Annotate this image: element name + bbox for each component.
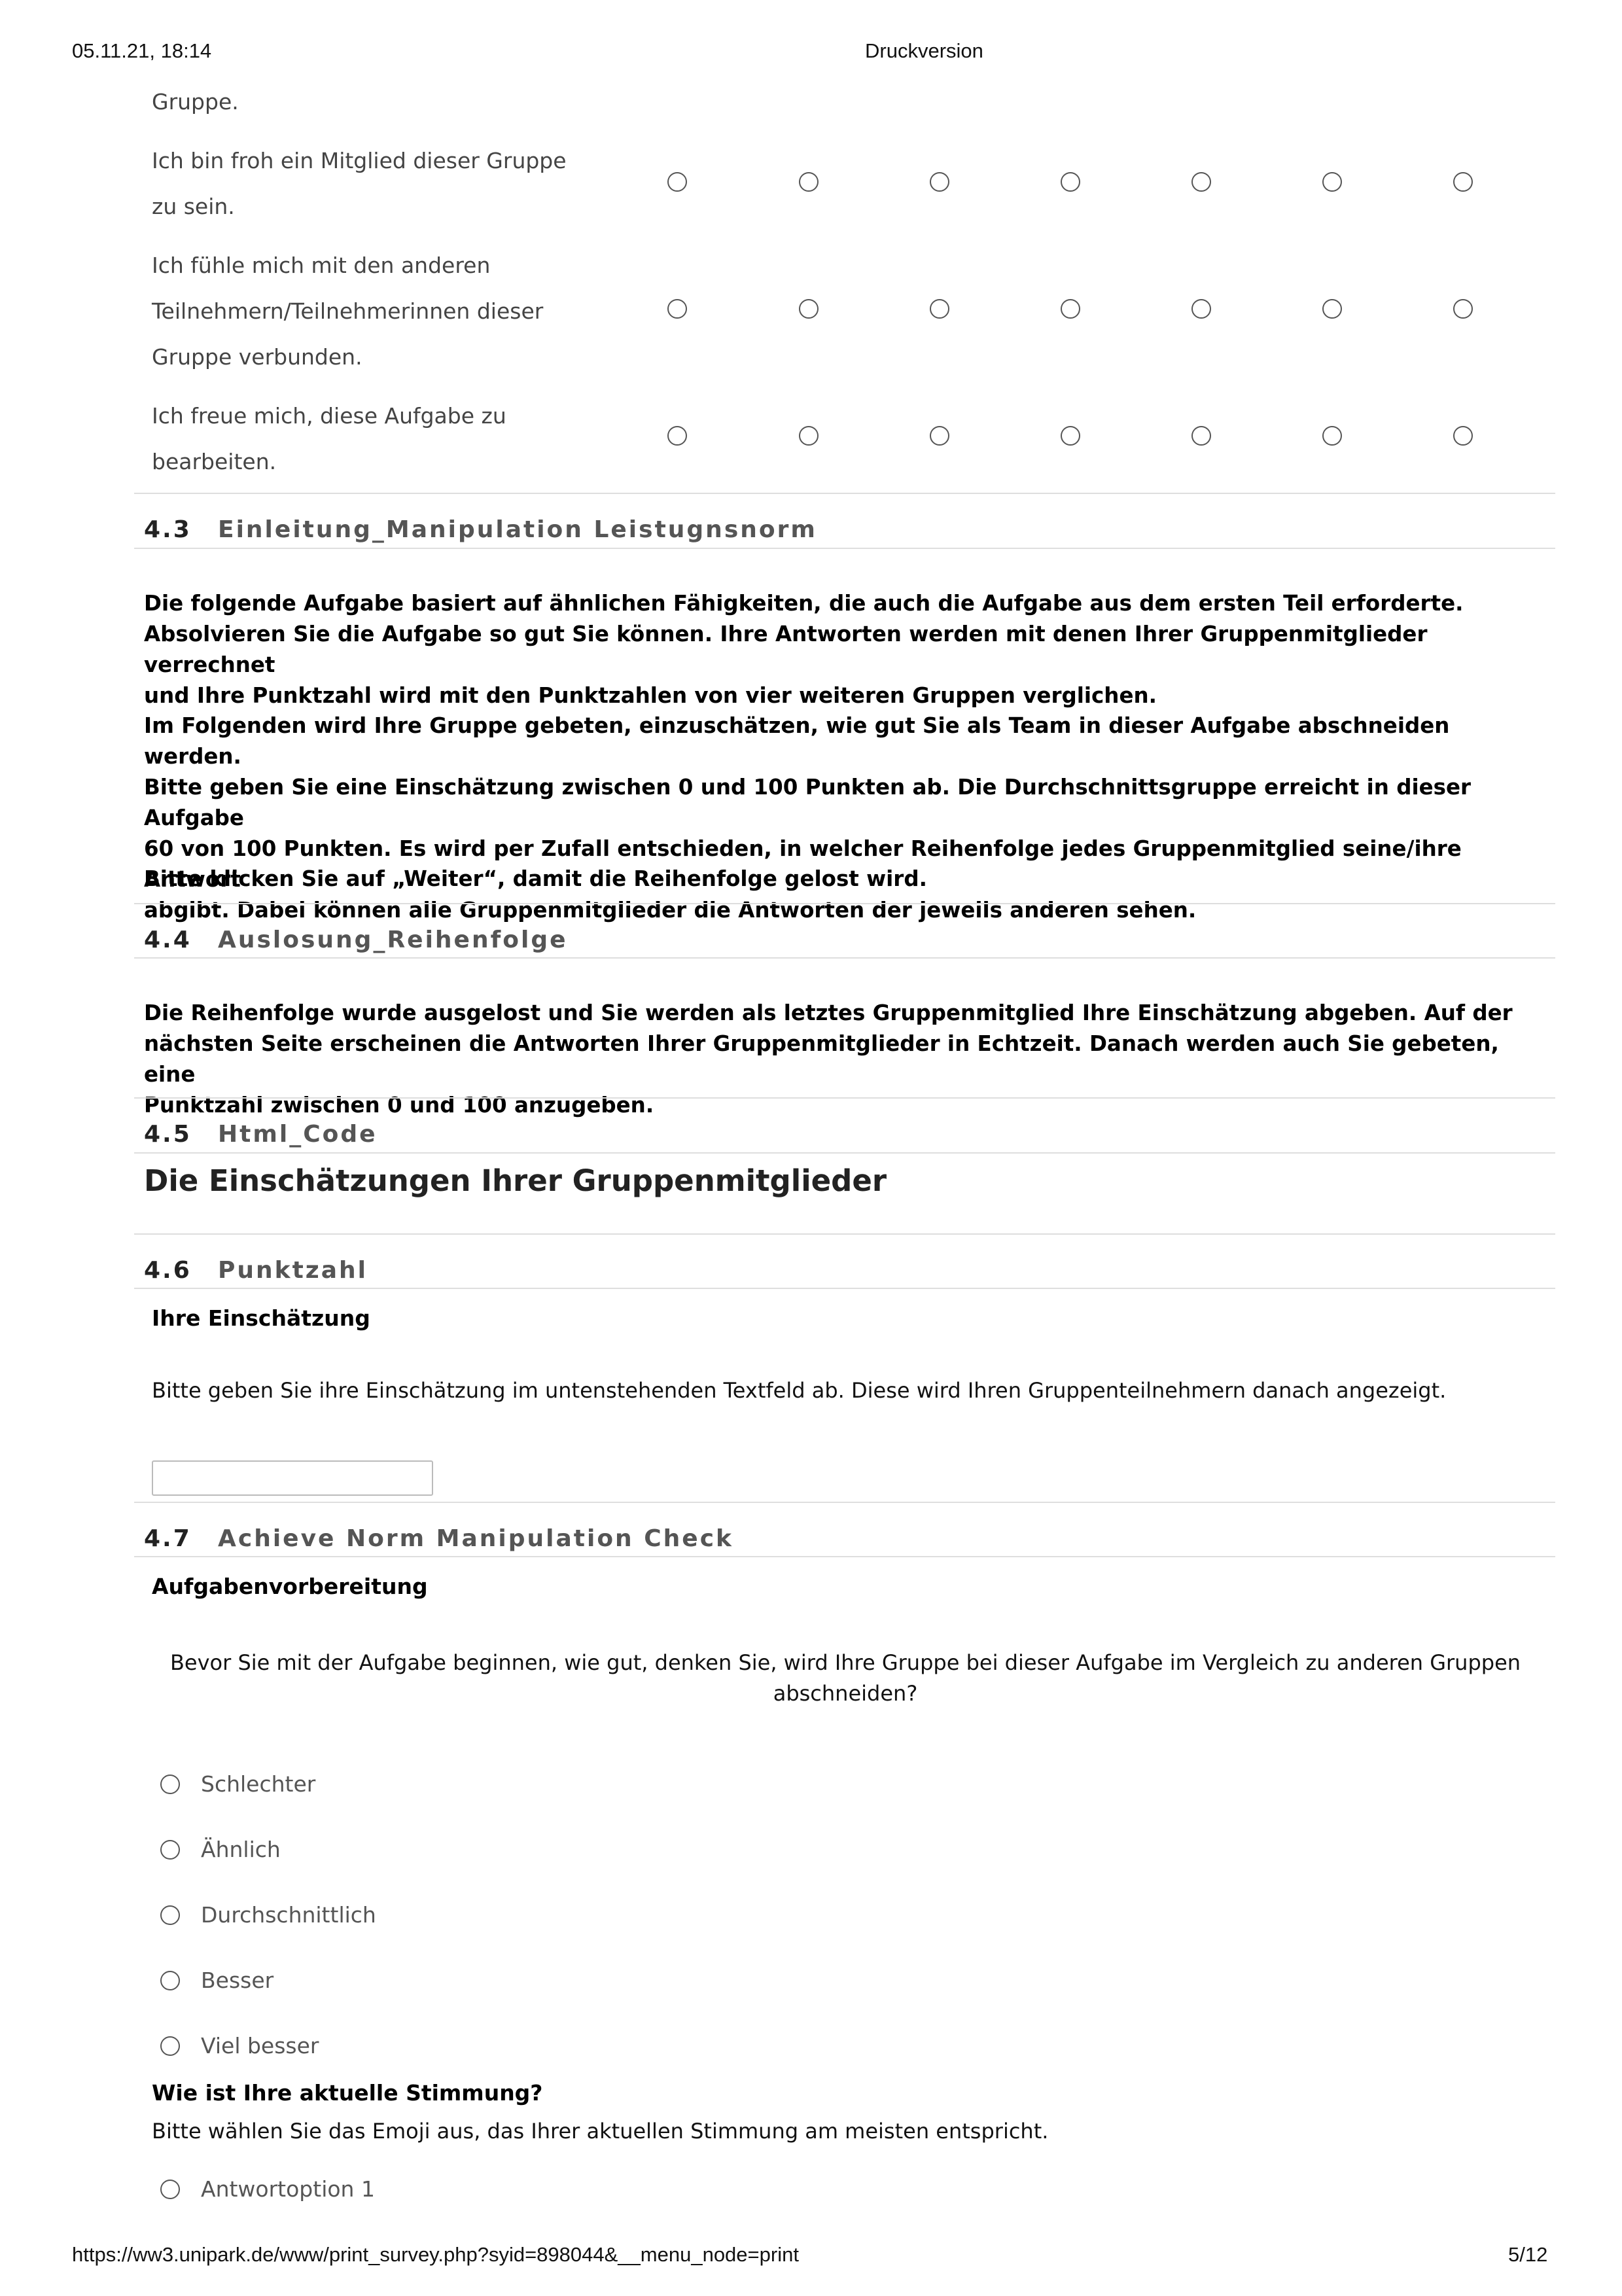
prompt-line: Bevor Sie mit der Aufgabe beginnen, wie … [169,1650,1521,1675]
option-label[interactable]: Viel besser [201,2033,319,2058]
paragraph-line: und Ihre Punktzahl wird mit den Punktzah… [144,683,1157,708]
paragraph-line: Bitte geben Sie eine Einschätzung zwisch… [144,775,1472,830]
option-label[interactable]: Schlechter [201,1771,315,1797]
matrix-radio[interactable] [1191,299,1211,319]
matrix-radio[interactable] [1453,426,1473,446]
divider [134,1288,1555,1289]
divider [134,957,1555,959]
divider [134,1233,1555,1235]
section-header-4-5: 4.5 Html_Code [144,1121,378,1148]
matrix-row-2-label: Ich fühle mich mit den anderen Teilnehme… [152,243,584,380]
paragraph-line: Die folgende Aufgabe basiert auf ähnlich… [144,591,1464,616]
mood-option-radio[interactable] [160,2180,180,2199]
prompt-line: abschneiden? [773,1681,918,1706]
section-title: Auslosung_Reihenfolge [218,927,568,953]
question-prompt: Bevor Sie mit der Aufgabe beginnen, wie … [152,1648,1539,1709]
paragraph-line: Absolvieren Sie die Aufgabe so gut Sie k… [144,622,1428,677]
paragraph-line: Punktzahl zwischen 0 und 100 anzugeben. [144,1093,654,1118]
matrix-continued-text: Gruppe. [152,89,239,115]
matrix-radio[interactable] [1061,426,1080,446]
divider [134,1152,1555,1154]
option-radio-besser[interactable] [160,1971,180,1990]
section-title: Html_Code [218,1121,378,1148]
matrix-radio[interactable] [799,172,819,192]
instruction-text: Bitte geben Sie ihre Einschätzung im unt… [152,1378,1447,1403]
matrix-radio[interactable] [1061,172,1080,192]
matrix-radio[interactable] [1453,299,1473,319]
estimate-input[interactable] [152,1460,433,1496]
mood-instruction: Bitte wählen Sie das Emoji aus, das Ihre… [152,2119,1049,2144]
matrix-radio[interactable] [667,426,687,446]
divider [134,493,1555,494]
question-label: Aufgabenvorbereitung [152,1574,428,1599]
matrix-row-1-line: Ich bin froh ein Mitglied dieser Gruppe [152,148,567,173]
matrix-radio[interactable] [1322,426,1342,446]
option-label[interactable]: Ähnlich [201,1837,281,1862]
option-label[interactable]: Besser [201,1968,273,1993]
matrix-row-1-label: Ich bin froh ein Mitglied dieser Gruppe … [152,138,584,230]
matrix-radio[interactable] [1191,172,1211,192]
matrix-radio[interactable] [930,172,949,192]
paragraph-line: abgibt. Dabei können alle Gruppenmitglie… [144,898,1197,923]
divider [134,1556,1555,1557]
matrix-row-3-line: Ich freue mich, diese Aufgabe zu [152,403,506,429]
matrix-radio[interactable] [1061,299,1080,319]
group-estimates-heading: Die Einschätzungen Ihrer Gruppenmitglied… [144,1163,887,1198]
print-page-number: 5/12 [1508,2243,1548,2266]
paragraph-line: Bitte klicken Sie auf „Weiter“, damit di… [144,866,927,891]
matrix-radio[interactable] [1322,299,1342,319]
matrix-radio[interactable] [930,299,949,319]
order-paragraph: Die Reihenfolge wurde ausgelost und Sie … [144,998,1551,1121]
matrix-radio[interactable] [1191,426,1211,446]
intro-paragraph-1: Die folgende Aufgabe basiert auf ähnlich… [144,588,1551,711]
matrix-row-2-line: Gruppe verbunden. [152,344,362,370]
matrix-radio[interactable] [1322,172,1342,192]
matrix-row-2-line: Teilnehmern/Teilnehmerinnen dieser [152,298,544,324]
option-label[interactable]: Antwortoption 1 [201,2176,375,2202]
option-radio-aehnlich[interactable] [160,1840,180,1860]
matrix-row-3-label: Ich freue mich, diese Aufgabe zu bearbei… [152,393,584,485]
section-title: Achieve Norm Manipulation Check [218,1525,733,1552]
section-header-4-6: 4.6 Punktzahl [144,1257,368,1284]
mood-question-label: Wie ist Ihre aktuelle Stimmung? [152,2080,543,2106]
section-number: 4.3 [144,516,192,543]
option-label[interactable]: Durchschnittlich [201,1902,376,1928]
option-radio-schlechter[interactable] [160,1775,180,1794]
matrix-radio[interactable] [667,172,687,192]
matrix-radio[interactable] [1453,172,1473,192]
intro-paragraph-3: Bitte klicken Sie auf „Weiter“, damit di… [144,864,1551,894]
section-number: 4.4 [144,927,192,953]
divider [134,1502,1555,1503]
divider [134,903,1555,904]
paragraph-line: nächsten Seite erscheinen die Antworten … [144,1031,1499,1087]
section-number: 4.5 [144,1121,192,1148]
paragraph-line: Im Folgenden wird Ihre Gruppe gebeten, e… [144,713,1450,769]
question-label: Ihre Einschätzung [152,1305,370,1331]
matrix-radio[interactable] [799,426,819,446]
section-number: 4.7 [144,1525,192,1552]
section-number: 4.6 [144,1257,192,1284]
section-title: Punktzahl [218,1257,368,1284]
print-title: Druckversion [865,39,983,62]
print-url: https://ww3.unipark.de/www/print_survey.… [72,2243,799,2266]
matrix-radio[interactable] [799,299,819,319]
section-header-4-7: 4.7 Achieve Norm Manipulation Check [144,1525,733,1552]
matrix-row-3-line: bearbeiten. [152,449,277,474]
divider [134,1097,1555,1099]
matrix-radio[interactable] [930,426,949,446]
print-datetime: 05.11.21, 18:14 [72,39,212,62]
matrix-radio[interactable] [667,299,687,319]
section-header-4-3: 4.3 Einleitung_Manipulation Leistugnsnorm [144,516,817,543]
option-radio-viel-besser[interactable] [160,2036,180,2056]
divider [134,548,1555,549]
section-header-4-4: 4.4 Auslosung_Reihenfolge [144,927,568,953]
option-radio-durchschnittlich[interactable] [160,1905,180,1925]
matrix-row-2-line: Ich fühle mich mit den anderen [152,253,491,278]
paragraph-line: Die Reihenfolge wurde ausgelost und Sie … [144,1000,1513,1025]
matrix-row-1-line: zu sein. [152,194,235,219]
section-title: Einleitung_Manipulation Leistugnsnorm [218,516,817,543]
